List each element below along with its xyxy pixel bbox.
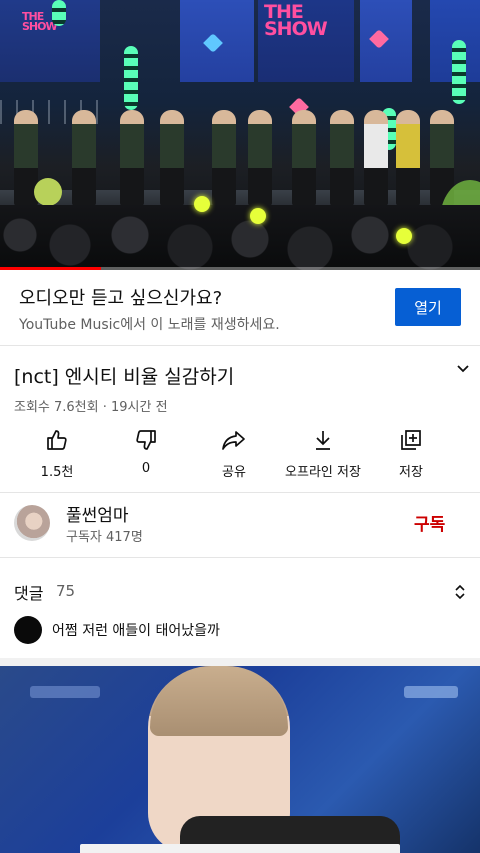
lightstick <box>396 228 412 244</box>
chevron-down-icon[interactable] <box>456 362 470 376</box>
section-divider <box>0 658 480 666</box>
subscribe-button[interactable]: 구독 <box>414 510 445 535</box>
performer <box>72 110 96 206</box>
open-music-button[interactable]: 열기 <box>395 288 461 326</box>
performer-hair <box>150 666 288 736</box>
like-button[interactable]: 1.5천 <box>17 428 97 480</box>
channel-name[interactable]: 풀썬엄마 <box>66 501 129 526</box>
video-title[interactable]: [nct] 엔시티 비율 실감하기 <box>14 362 234 389</box>
performer <box>120 110 144 206</box>
dislike-button[interactable]: 0 <box>106 428 186 476</box>
share-button[interactable]: 공유 <box>194 428 274 480</box>
performer <box>396 110 420 206</box>
channel-row[interactable]: 풀썬엄마 구독자 417명 구독 <box>0 492 480 558</box>
lightstick <box>194 196 210 212</box>
lightstick <box>250 208 266 224</box>
performer <box>248 110 272 206</box>
video-player[interactable]: THE SHOW THE SHOW <box>0 0 480 270</box>
download-label: 오프라인 저장 <box>285 465 361 480</box>
performer <box>212 110 236 206</box>
top-comment[interactable]: 어쩜 저런 애들이 태어났을까 <box>52 620 220 640</box>
stage-lights <box>452 40 466 104</box>
broadcast-logo <box>30 686 100 698</box>
save-label: 저장 <box>399 465 423 480</box>
performer <box>330 110 354 206</box>
share-label: 공유 <box>222 465 246 480</box>
thumbs-down-icon <box>136 430 156 450</box>
performer <box>160 110 184 206</box>
playlist-add-icon <box>401 430 421 450</box>
commenter-avatar <box>14 616 42 644</box>
balloon <box>34 178 62 206</box>
promo-title: 오디오만 듣고 싶으신가요? <box>19 288 223 309</box>
performer <box>292 110 316 206</box>
comments-count: 75 <box>56 582 76 600</box>
subscriber-count: 구독자 417명 <box>66 530 143 545</box>
download-button[interactable]: 오프라인 저장 <box>283 428 363 480</box>
channel-avatar[interactable] <box>14 505 50 541</box>
share-icon <box>222 431 245 450</box>
stage-logo: THE SHOW <box>264 1 328 40</box>
comments-header[interactable]: 댓글 <box>14 580 43 604</box>
stage-lights <box>52 0 66 26</box>
thumbs-up-icon <box>47 430 67 450</box>
download-icon <box>316 431 330 450</box>
video-meta: 조회수 7.6천회 · 19시간 전 <box>14 400 168 415</box>
promo-subtitle: YouTube Music에서 이 노래를 재생하세요. <box>19 317 280 333</box>
caption-bar <box>80 844 400 853</box>
broadcast-logo <box>404 686 458 698</box>
like-count: 1.5천 <box>40 465 74 480</box>
unfold-icon[interactable] <box>453 583 467 601</box>
save-button[interactable]: 저장 <box>371 428 451 480</box>
performer <box>364 110 388 206</box>
action-bar: 1.5천 0 공유 오프라인 저장 저장 <box>0 428 480 484</box>
dislike-count: 0 <box>141 461 151 476</box>
next-video-thumbnail[interactable] <box>0 666 480 853</box>
stage-lights <box>124 46 138 110</box>
